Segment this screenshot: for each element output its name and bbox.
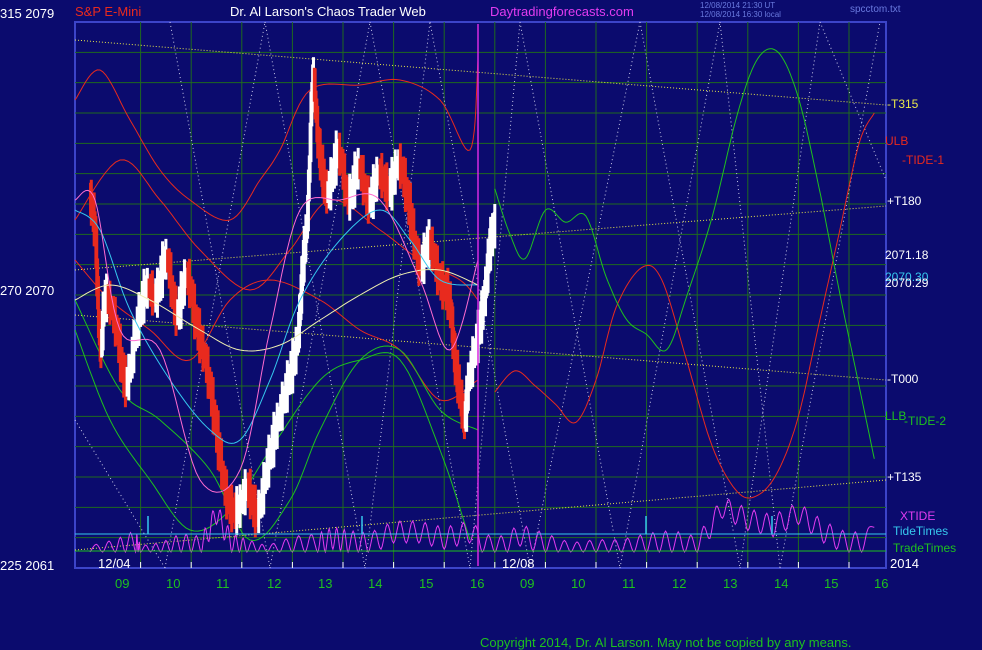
- x-tick-label: 09: [520, 576, 535, 591]
- x-tick-label: 15: [419, 576, 434, 591]
- label-xtide: XTIDE: [900, 509, 936, 523]
- x-tick-label: 12: [672, 576, 687, 591]
- y-label-bottom: 225 2061: [0, 558, 55, 573]
- label-ulb: ULB: [885, 134, 909, 148]
- x-tick-label: 13: [318, 576, 333, 591]
- label-last-price: 2071.18: [885, 248, 929, 262]
- timestamp-ut: 12/08/2014 21:30 UT: [700, 1, 776, 10]
- label-t315: -T315: [887, 97, 919, 111]
- label-t180: +T180: [887, 194, 922, 208]
- label-year: 2014: [890, 556, 919, 571]
- x-tick-label: 14: [774, 576, 789, 591]
- data-filename: spcctom.txt: [850, 4, 901, 15]
- date-marker-2: 12/08: [502, 556, 535, 571]
- label-tradetimes: TradeTimes: [893, 541, 957, 555]
- date-marker-1: 12/04: [98, 556, 131, 571]
- instrument-name: S&P E-Mini: [75, 4, 142, 19]
- x-tick-label: 09: [115, 576, 130, 591]
- label-t000: -T000: [887, 372, 919, 386]
- label-t135: +T135: [887, 470, 922, 484]
- y-label-mid: 270 2070: [0, 283, 55, 298]
- copyright-notice: Copyright 2014, Dr. Al Larson. May not b…: [480, 635, 852, 650]
- x-tick-label: 11: [216, 576, 230, 591]
- site-url[interactable]: Daytradingforecasts.com: [490, 4, 634, 19]
- label-price-b: 2070.29: [885, 276, 929, 290]
- x-tick-label: 15: [824, 576, 839, 591]
- x-tick-label: 10: [166, 576, 181, 591]
- x-tick-label: 10: [571, 576, 586, 591]
- y-label-top: 315 2079: [0, 6, 55, 21]
- x-tick-label: 12: [267, 576, 282, 591]
- label-tide2: -TIDE-2: [904, 414, 946, 428]
- label-tidetimes: TideTimes: [893, 524, 949, 538]
- x-tick-label: 16: [874, 576, 889, 591]
- price-bar: [493, 204, 497, 249]
- x-tick-label: 11: [622, 576, 636, 591]
- x-tick-label: 13: [723, 576, 738, 591]
- x-tick-label: 14: [368, 576, 383, 591]
- chart-canvas: [74, 21, 887, 569]
- label-tide1: -TIDE-1: [902, 153, 944, 167]
- site-title: Dr. Al Larson's Chaos Trader Web: [230, 4, 426, 19]
- timestamp-local: 12/08/2014 16:30 local: [700, 10, 781, 19]
- x-tick-label: 16: [470, 576, 485, 591]
